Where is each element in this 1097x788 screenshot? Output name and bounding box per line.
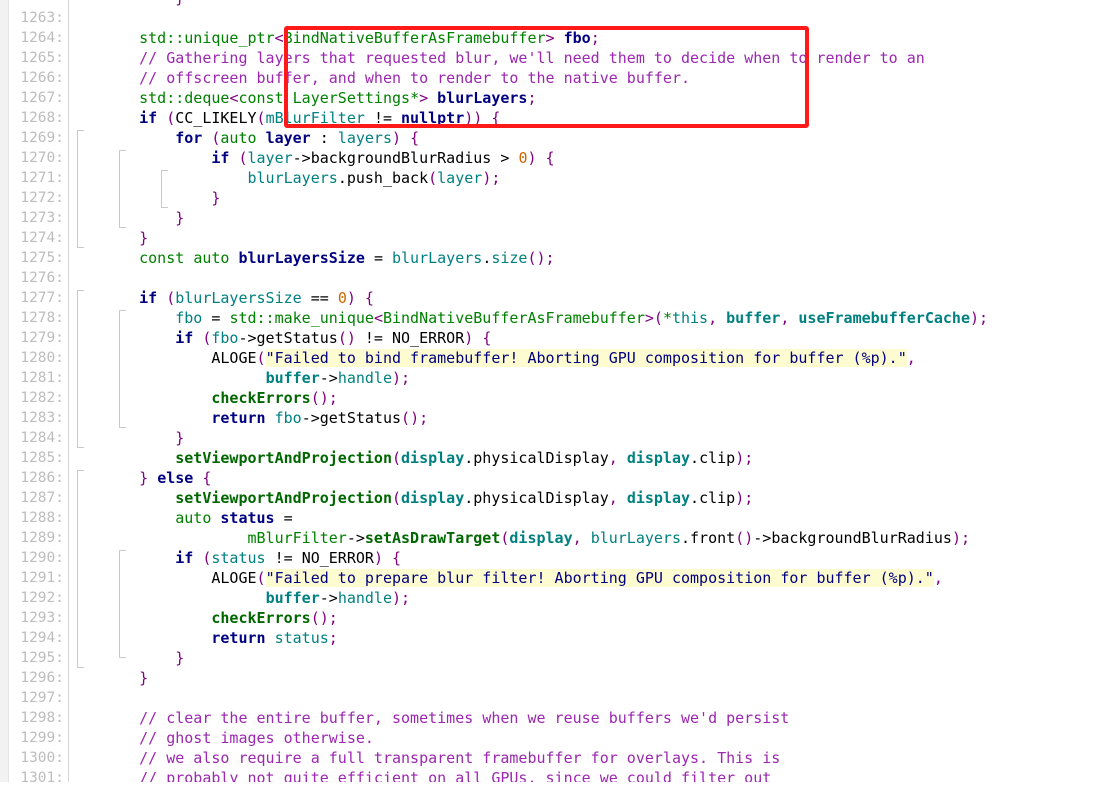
- line-number: 1274:: [20, 230, 64, 246]
- code-line[interactable]: return status;: [69, 628, 988, 648]
- code-line[interactable]: setViewportAndProjection(display.physica…: [69, 448, 988, 468]
- line-number: 1275:: [20, 250, 64, 266]
- line-number: 1298:: [20, 710, 64, 726]
- line-number: 1285:: [20, 450, 64, 466]
- line-number: 1279:: [20, 330, 64, 346]
- line-number: 1281:: [20, 370, 64, 386]
- code-line[interactable]: // clear the entire buffer, sometimes wh…: [69, 708, 988, 728]
- line-number: 1297:: [20, 690, 64, 706]
- line-number: 1288:: [20, 510, 64, 526]
- line-number: 1267:: [20, 90, 64, 106]
- line-number: 1276:: [20, 270, 64, 286]
- code-line[interactable]: }: [69, 228, 988, 248]
- code-line[interactable]: if (status != NO_ERROR) {: [69, 548, 988, 568]
- code-line[interactable]: return fbo->getStatus();: [69, 408, 988, 428]
- code-line[interactable]: buffer->handle);: [69, 368, 988, 388]
- code-line[interactable]: for (auto layer : layers) {: [69, 128, 988, 148]
- line-number: 1278:: [20, 310, 64, 326]
- code-viewer: 1263: 1264: 1265: 1266: 1267: 1268: 1269: 1270:…: [0, 0, 1097, 786]
- line-number: 1269:: [20, 130, 64, 146]
- line-number: 1296:: [20, 670, 64, 686]
- line-number: 1286:: [20, 470, 64, 486]
- line-number: 1284:: [20, 430, 64, 446]
- code-line[interactable]: if (blurLayersSize == 0) {: [69, 288, 988, 308]
- code-line[interactable]: [69, 8, 988, 28]
- code-line[interactable]: }: [69, 428, 988, 448]
- code-line[interactable]: fbo = std::make_unique<BindNativeBufferA…: [69, 308, 988, 328]
- line-number: 1270:: [20, 150, 64, 166]
- line-number-gutter[interactable]: 1263: 1264: 1265: 1266: 1267: 1268: 1269: 1270:…: [9, 0, 69, 786]
- code-line[interactable]: }: [69, 0, 988, 8]
- code-line[interactable]: // we also require a full transparent fr…: [69, 748, 988, 768]
- line-number: 1293:: [20, 610, 64, 626]
- code-content-area[interactable]: } std::unique_ptr<BindNativeBufferAsFram…: [69, 0, 1097, 782]
- code-line[interactable]: if (fbo->getStatus() != NO_ERROR) {: [69, 328, 988, 348]
- line-number: 1280:: [20, 350, 64, 366]
- line-number: 1292:: [20, 590, 64, 606]
- code-line[interactable]: std::deque<const LayerSettings*> blurLay…: [69, 88, 988, 108]
- code-line[interactable]: setViewportAndProjection(display.physica…: [69, 488, 988, 508]
- line-number: 1300:: [20, 750, 64, 766]
- line-number: 1265:: [20, 50, 64, 66]
- line-number: 1287:: [20, 490, 64, 506]
- line-number: 1266:: [20, 70, 64, 86]
- code-line[interactable]: // ghost images otherwise.: [69, 728, 988, 748]
- code-line[interactable]: ALOGE("Failed to bind framebuffer! Abort…: [69, 348, 988, 368]
- code-line[interactable]: [69, 268, 988, 288]
- editor-left-margin-strip: [0, 0, 9, 782]
- code-line[interactable]: [69, 688, 988, 708]
- code-line[interactable]: // offscreen buffer, and when to render …: [69, 68, 988, 88]
- code-line[interactable]: ALOGE("Failed to prepare blur filter! Ab…: [69, 568, 988, 588]
- code-line[interactable]: const auto blurLayersSize = blurLayers.s…: [69, 248, 988, 268]
- line-number: 1282:: [20, 390, 64, 406]
- line-number: 1301:: [20, 770, 64, 786]
- code-line[interactable]: } else {: [69, 468, 988, 488]
- code-line[interactable]: }: [69, 208, 988, 228]
- line-number: 1294:: [20, 630, 64, 646]
- line-number: 1277:: [20, 290, 64, 306]
- line-number: 1272:: [20, 190, 64, 206]
- code-line[interactable]: // probably not quite efficient on all G…: [69, 768, 988, 782]
- line-number: 1291:: [20, 570, 64, 586]
- line-number-list: 1263: 1264: 1265: 1266: 1267: 1268: 1269: 1270:…: [9, 8, 64, 788]
- line-number: 1289:: [20, 530, 64, 546]
- code-line[interactable]: }: [69, 188, 988, 208]
- line-number: 1268:: [20, 110, 64, 126]
- line-number: 1264:: [20, 30, 64, 46]
- code-line[interactable]: auto status =: [69, 508, 988, 528]
- code-line[interactable]: // Gathering layers that requested blur,…: [69, 48, 988, 68]
- code-line[interactable]: buffer->handle);: [69, 588, 988, 608]
- line-number: 1295:: [20, 650, 64, 666]
- line-number: 1271:: [20, 170, 64, 186]
- code-line[interactable]: blurLayers.push_back(layer);: [69, 168, 988, 188]
- line-number: 1299:: [20, 730, 64, 746]
- code-line[interactable]: }: [69, 648, 988, 668]
- code-line[interactable]: std::unique_ptr<BindNativeBufferAsFrameb…: [69, 28, 988, 48]
- code-line[interactable]: checkErrors();: [69, 388, 988, 408]
- line-number: 1263:: [20, 10, 64, 26]
- code-line[interactable]: checkErrors();: [69, 608, 988, 628]
- line-number: 1273:: [20, 210, 64, 226]
- code-line[interactable]: if (layer->backgroundBlurRadius > 0) {: [69, 148, 988, 168]
- code-line[interactable]: mBlurFilter->setAsDrawTarget(display, bl…: [69, 528, 988, 548]
- line-number: 1283:: [20, 410, 64, 426]
- code-line-list: } std::unique_ptr<BindNativeBufferAsFram…: [69, 0, 988, 782]
- code-line[interactable]: if (CC_LIKELY(mBlurFilter != nullptr)) {: [69, 108, 988, 128]
- line-number: 1290:: [20, 550, 64, 566]
- code-line[interactable]: }: [69, 668, 988, 688]
